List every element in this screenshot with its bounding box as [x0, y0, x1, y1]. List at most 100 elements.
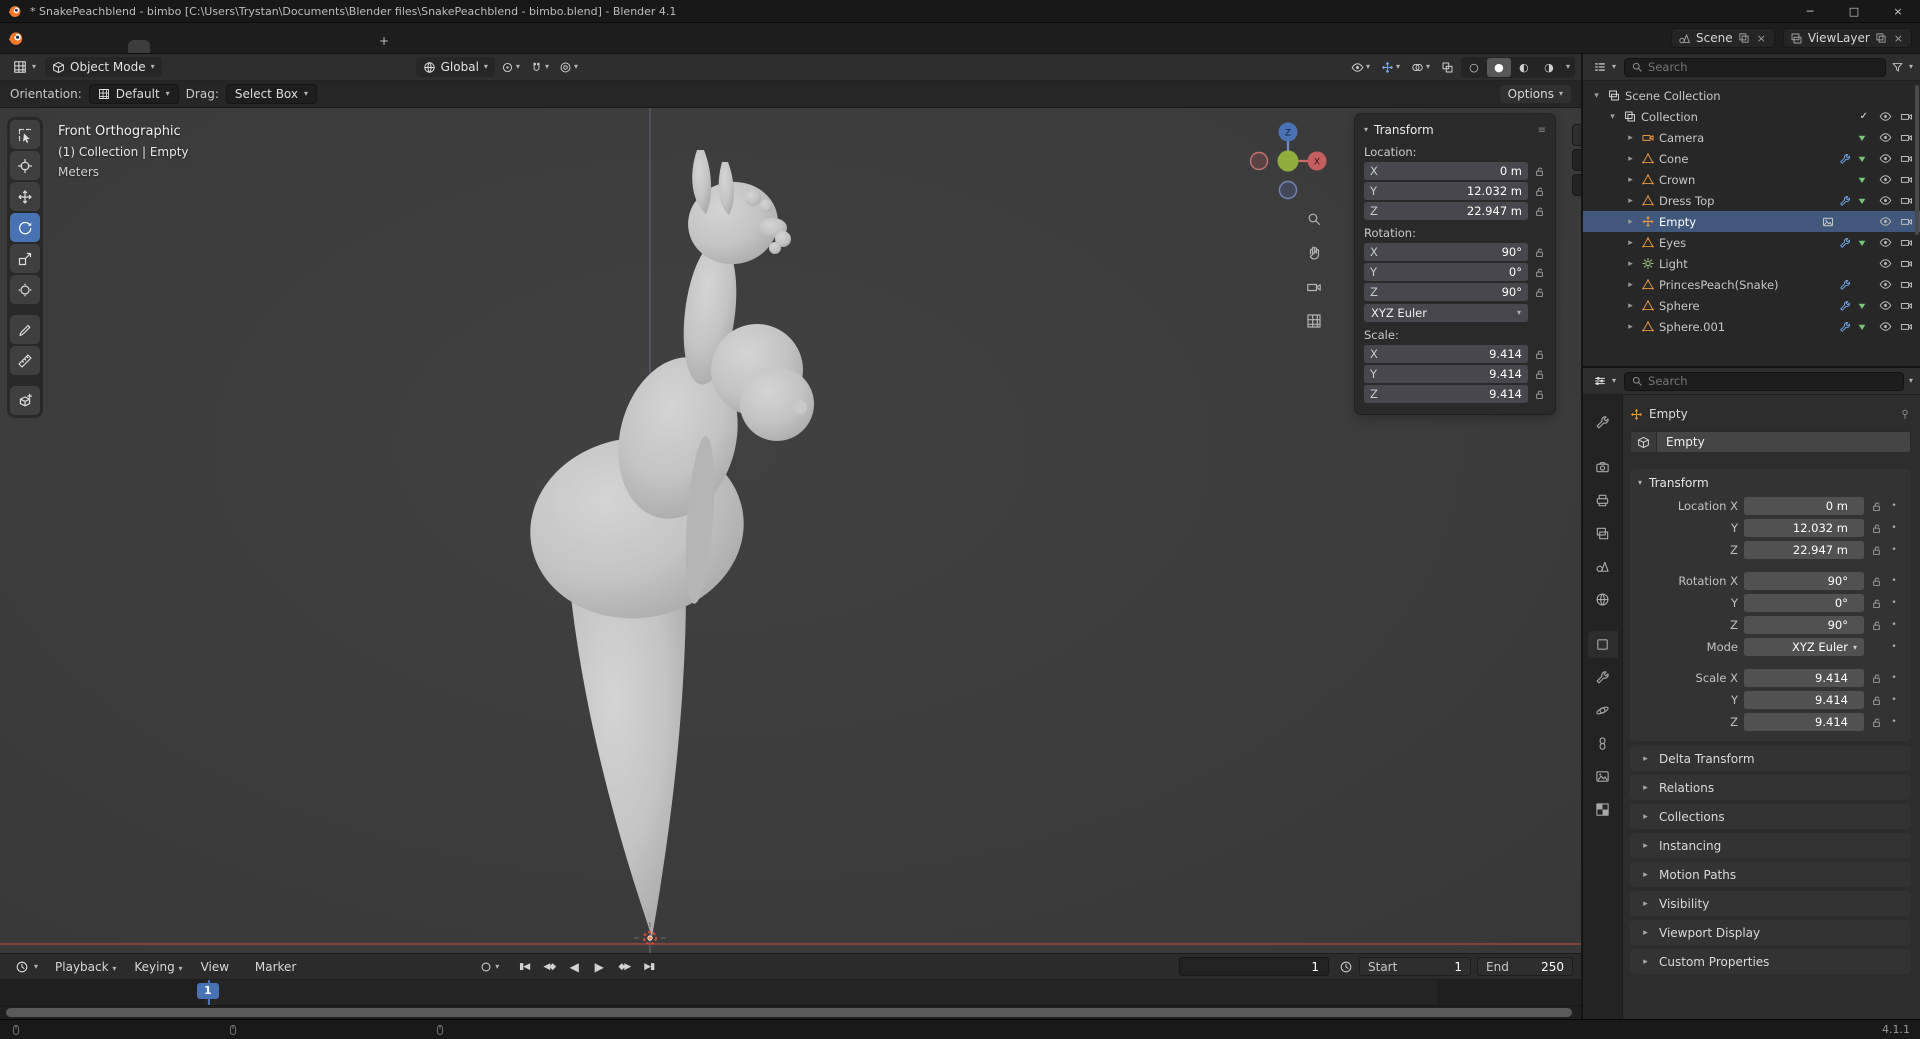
expand-icon[interactable]: ▸ — [1624, 133, 1637, 143]
outliner-object-row-dress-top[interactable]: ▸ Dress Top — [1583, 190, 1920, 211]
scene-render[interactable] — [0, 108, 1581, 953]
animate-decorator-icon[interactable]: • — [1889, 545, 1899, 555]
blender-menu-icon[interactable] — [8, 30, 24, 46]
prop-field[interactable]: 22.947 m ▾ — [1744, 541, 1864, 559]
model-3d[interactable] — [519, 150, 814, 937]
lock-open-icon[interactable] — [1533, 368, 1546, 381]
chevron-down-icon[interactable]: ▾ — [1562, 63, 1574, 71]
options-dropdown[interactable]: Options ▾ — [1500, 85, 1571, 103]
filter-icon[interactable] — [1891, 61, 1904, 74]
tool-button-rotate[interactable] — [10, 213, 40, 242]
tool-button-annotate[interactable] — [10, 315, 40, 344]
chevron-down-icon[interactable]: ▾ — [495, 963, 499, 971]
object-browse-button[interactable] — [1630, 431, 1657, 453]
next-keyframe-button[interactable]: ◆▶ — [613, 957, 635, 977]
npanel-tab-view[interactable] — [1572, 174, 1581, 196]
viewport-menu-view[interactable] — [164, 64, 180, 70]
disable-render-icon[interactable] — [1900, 299, 1913, 312]
ortho-grid-icon[interactable] — [1303, 310, 1325, 332]
lock-open-icon[interactable] — [1870, 619, 1883, 632]
workspace-tab-scripting[interactable] — [348, 40, 370, 53]
add-workspace-button[interactable]: + — [370, 29, 398, 53]
lock-open-icon[interactable] — [1870, 672, 1883, 685]
number-field[interactable]: Z 90° — [1364, 283, 1528, 301]
timeline-editor-type-button[interactable]: ▾ — [8, 957, 45, 977]
lock-open-icon[interactable] — [1533, 165, 1546, 178]
transform-panel-header[interactable]: ▾ Transform — [1638, 471, 1903, 495]
camera-view-icon[interactable] — [1303, 276, 1325, 298]
play-button[interactable]: ▶ — [588, 957, 610, 977]
number-field[interactable]: X 9.414 — [1364, 345, 1528, 363]
snap-toggle[interactable]: ▾ — [526, 58, 553, 77]
hide-eye-icon[interactable] — [1879, 278, 1892, 291]
chevron-down-icon[interactable]: ▾ — [1909, 63, 1913, 71]
navigation-gizmo[interactable]: Z X — [1245, 118, 1331, 204]
lock-open-icon[interactable] — [1870, 694, 1883, 707]
shading-material-button[interactable]: ◐ — [1512, 58, 1536, 77]
outliner-scrollbar[interactable] — [1915, 85, 1919, 235]
properties-tab-tool[interactable] — [1588, 409, 1618, 436]
animate-decorator-icon[interactable]: • — [1889, 620, 1899, 630]
viewport-menu-add[interactable] — [200, 64, 216, 70]
expand-icon[interactable]: ▸ — [1624, 175, 1637, 185]
animate-decorator-icon[interactable]: • — [1889, 695, 1899, 705]
disable-render-icon[interactable] — [1900, 278, 1913, 291]
lock-open-icon[interactable] — [1533, 266, 1546, 279]
orientation-value-dropdown[interactable]: Default ▾ — [89, 84, 179, 104]
expand-icon[interactable]: ▸ — [1624, 322, 1637, 332]
workspace-tab-shading[interactable] — [238, 40, 260, 53]
xray-toggle[interactable] — [1437, 58, 1458, 77]
outliner-object-row-princespeach-snake[interactable]: ▸ PrincesPeach(Snake) — [1583, 274, 1920, 295]
disable-render-icon[interactable] — [1900, 194, 1913, 207]
workspace-tab-sculpting[interactable] — [172, 40, 194, 53]
tool-button-select-box[interactable] — [10, 120, 40, 149]
collection-checkbox[interactable]: ✓ — [1860, 111, 1868, 122]
viewlayer-selector[interactable]: ViewLayer × — [1783, 28, 1912, 48]
new-viewlayer-icon[interactable] — [1875, 32, 1887, 44]
pin-icon[interactable] — [1899, 408, 1911, 420]
timeline-scrollbar[interactable] — [0, 1005, 1581, 1019]
expand-icon[interactable]: ▸ — [1624, 217, 1637, 227]
disable-render-icon[interactable] — [1900, 320, 1913, 333]
maximize-button[interactable]: □ — [1832, 0, 1876, 22]
number-field[interactable]: Y 0° — [1364, 263, 1528, 281]
editor-type-button[interactable]: ▾ — [6, 57, 43, 77]
viewport-3d[interactable]: Front Orthographic (1) Collection | Empt… — [0, 108, 1581, 953]
shading-solid-button[interactable]: ● — [1487, 58, 1511, 77]
outliner-object-row-cone[interactable]: ▸ Cone — [1583, 148, 1920, 169]
topbar-menu-help[interactable] — [98, 34, 116, 42]
gizmos-dropdown[interactable]: ▾ — [1377, 58, 1404, 77]
lock-open-icon[interactable] — [1533, 348, 1546, 361]
hide-eye-icon[interactable] — [1879, 320, 1892, 333]
mode-dropdown[interactable]: Object Mode ▾ — [45, 57, 162, 77]
hide-eye-icon[interactable] — [1879, 110, 1892, 123]
topbar-menu-edit[interactable] — [44, 34, 62, 42]
hide-eye-icon[interactable] — [1879, 131, 1892, 144]
remove-viewlayer-icon[interactable]: × — [1892, 32, 1905, 45]
chevron-down-icon[interactable]: ▾ — [1909, 377, 1913, 385]
frame-end-field[interactable]: End 250 — [1477, 957, 1573, 976]
tool-button-measure[interactable] — [10, 346, 40, 375]
outliner-object-row-sphere[interactable]: ▸ Sphere — [1583, 295, 1920, 316]
object-visibility-dropdown[interactable]: ▾ — [1347, 58, 1374, 77]
workspace-tab-rendering[interactable] — [282, 40, 304, 53]
scene-selector[interactable]: Scene × — [1671, 28, 1775, 48]
panel-grip-icon[interactable]: ≡ — [1538, 125, 1546, 136]
tool-button-move[interactable] — [10, 182, 40, 211]
pivot-dropdown[interactable]: ▾ — [497, 58, 524, 77]
hide-eye-icon[interactable] — [1879, 299, 1892, 312]
prop-field[interactable]: 0° ▾ — [1744, 594, 1864, 612]
workspace-tab-modeling[interactable] — [150, 40, 172, 53]
animate-decorator-icon[interactable]: • — [1889, 523, 1899, 533]
prop-field[interactable]: 9.414 ▾ — [1744, 713, 1864, 731]
expand-icon[interactable]: ▸ — [1624, 259, 1637, 269]
titlebar[interactable]: * SnakePeachblend - bimbo [C:\Users\Trys… — [0, 0, 1920, 23]
section-row-visibility[interactable]: ▸ Visibility — [1630, 891, 1911, 916]
lock-open-icon[interactable] — [1533, 388, 1546, 401]
number-field[interactable]: X 0 m — [1364, 162, 1528, 180]
viewport-menu-object[interactable] — [218, 64, 234, 70]
expand-icon[interactable]: ▾ — [1590, 91, 1603, 101]
overlays-dropdown[interactable]: ▾ — [1407, 58, 1434, 77]
workspace-tab-geometry-nodes[interactable] — [326, 40, 348, 53]
properties-tab-modifiers[interactable] — [1588, 664, 1618, 691]
